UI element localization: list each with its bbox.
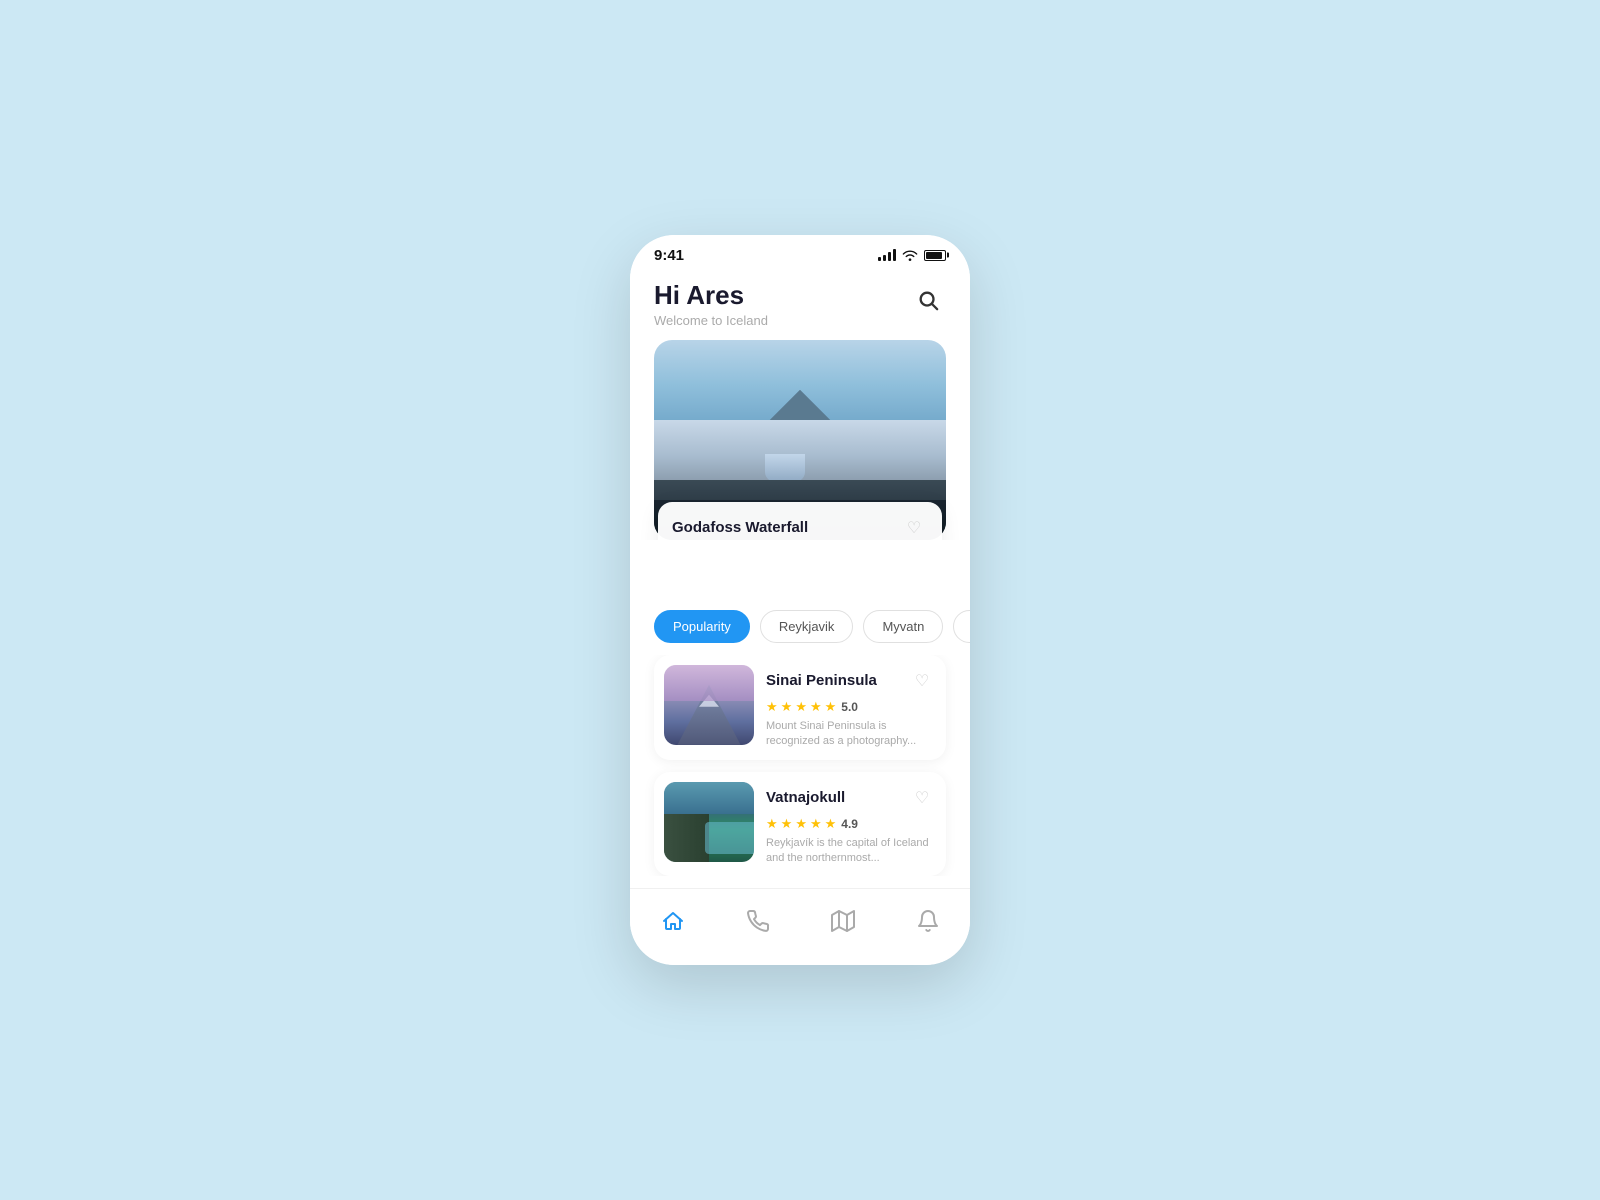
tab-myvatn[interactable]: Myvatn [863,610,943,643]
wifi-icon [902,249,918,261]
battery-icon [924,250,946,261]
tab-reykjavik[interactable]: Reykjavik [760,610,854,643]
greeting-subtitle: Welcome to Iceland [654,313,768,328]
status-time: 9:41 [654,247,684,264]
status-icons [878,249,946,261]
app-header: Hi Ares Welcome to Iceland [630,272,970,340]
places-list: Sinai Peninsula ♡ ★ ★ ★ ★ ★ 5.0 Mount Si… [630,655,970,877]
search-button[interactable] [910,282,946,318]
heart-icon: ♡ [907,518,921,538]
tab-popularity[interactable]: Popularity [654,610,750,643]
search-icon [917,289,939,311]
featured-card[interactable]: Godafoss Waterfall ♡ It includes Iceland… [654,340,946,540]
star-4: ★ [810,816,822,832]
filter-tabs: Popularity Reykjavik Myvatn Al [630,540,970,655]
vatnajokull-favorite-button[interactable]: ♡ [908,784,936,812]
sinai-info: Sinai Peninsula ♡ ★ ★ ★ ★ ★ 5.0 Mount Si… [766,665,936,750]
vatnajokull-rating: 4.9 [841,817,858,831]
phone-icon [746,909,770,933]
heart-icon: ♡ [915,671,929,691]
vatnajokull-image [664,782,754,862]
greeting-title: Hi Ares [654,280,768,311]
nav-map[interactable] [823,901,863,941]
home-icon [661,909,685,933]
star-1: ★ [766,816,778,832]
phone-frame: 9:41 Hi Ares Welcome to Iceland [630,235,970,966]
featured-info-card: Godafoss Waterfall ♡ It includes Iceland… [658,502,942,540]
star-5-half: ★ [825,816,837,832]
tab-al[interactable]: Al [953,610,970,643]
sinai-stars: ★ ★ ★ ★ ★ 5.0 [766,699,936,715]
header-greeting-section: Hi Ares Welcome to Iceland [654,280,768,328]
sinai-favorite-button[interactable]: ♡ [908,667,936,695]
vatnajokull-info: Vatnajokull ♡ ★ ★ ★ ★ ★ 4.9 Reykjavík is… [766,782,936,867]
vatnajokull-name: Vatnajokull [766,789,845,806]
signal-bars-icon [878,249,896,261]
sinai-description: Mount Sinai Peninsula is recognized as a… [766,719,936,750]
map-icon [831,909,855,933]
star-4: ★ [810,699,822,715]
star-2: ★ [781,816,793,832]
bottom-navigation [630,888,970,965]
place-card-vatnajokull[interactable]: Vatnajokull ♡ ★ ★ ★ ★ ★ 4.9 Reykjavík is… [654,772,946,877]
sinai-name: Sinai Peninsula [766,672,877,689]
nav-notifications[interactable] [908,901,948,941]
star-5: ★ [825,699,837,715]
featured-favorite-button[interactable]: ♡ [900,514,928,540]
star-1: ★ [766,699,778,715]
star-2: ★ [781,699,793,715]
vatnajokull-stars: ★ ★ ★ ★ ★ 4.9 [766,816,936,832]
featured-section: Godafoss Waterfall ♡ It includes Iceland… [630,340,970,540]
nav-home[interactable] [653,901,693,941]
sinai-rating: 5.0 [841,700,858,714]
star-3: ★ [795,816,807,832]
bell-icon [916,909,940,933]
nav-phone[interactable] [738,901,778,941]
vatnajokull-description: Reykjavík is the capital of Iceland and … [766,836,936,867]
sinai-image [664,665,754,745]
star-3: ★ [795,699,807,715]
featured-place-name: Godafoss Waterfall [672,519,808,536]
status-bar: 9:41 [630,235,970,272]
heart-icon: ♡ [915,788,929,808]
place-card-sinai[interactable]: Sinai Peninsula ♡ ★ ★ ★ ★ ★ 5.0 Mount Si… [654,655,946,760]
